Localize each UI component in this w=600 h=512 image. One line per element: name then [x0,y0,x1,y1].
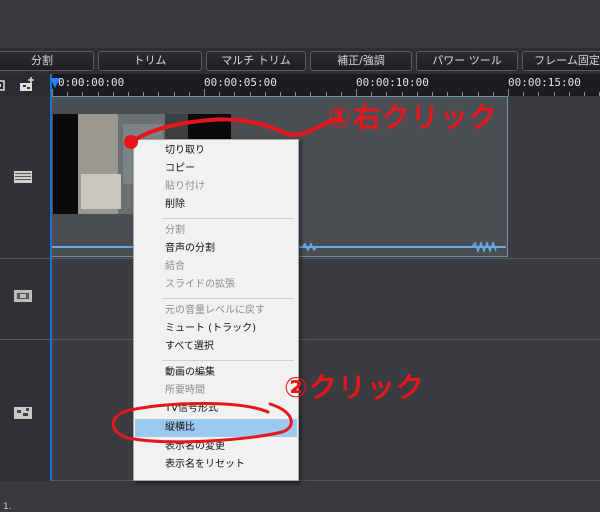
edit-toolbar: 分割 トリム マルチ トリム 補正/強調 パワー ツール フレーム固定 [0,48,600,74]
title-track-icon[interactable] [14,407,32,419]
ruler-tick [356,89,357,96]
track-number: 1. [3,502,12,512]
menu-item-aspect-ratio[interactable]: 縦横比 [135,419,297,437]
ruler-tick [508,89,509,96]
menu-item-split: 分割 [165,225,185,236]
menu-item-delete[interactable]: 削除 [135,196,297,214]
split-button[interactable]: 分割 [0,51,94,71]
timecode-0: 0:00:00:00 [58,76,125,89]
correct-enhance-button[interactable]: 補正/強調 [310,51,412,71]
track-settings-icon[interactable] [0,74,50,96]
context-menu: 切り取り コピー 貼り付け 削除 分割 音声の分割 結合 スライドの拡張 元の音… [133,139,299,481]
playhead-marker[interactable] [50,78,60,88]
menu-separator [162,360,294,361]
menu-item-tv-format[interactable]: TV信号形式 [135,400,297,418]
freeze-frame-button[interactable]: フレーム固定 [522,51,600,71]
timecode-15: 00:00:15:00 [508,76,581,89]
annotation-step1: ①右クリック [328,101,498,134]
ruler-tick [52,89,53,96]
menu-separator [162,218,294,219]
power-tools-button[interactable]: パワー ツール [416,51,518,71]
menu-item-copy[interactable]: コピー [135,160,297,178]
menu-item-split-audio[interactable]: 音声の分割 [135,240,297,258]
menu-item-mute-track[interactable]: ミュート (トラック) [135,320,297,338]
annotation-step2: ②クリック [284,371,425,404]
timecode-10: 00:00:10:00 [356,76,429,89]
track-header-panel: 1. [0,96,51,512]
menu-item-select-all[interactable]: すべて選択 [135,338,297,356]
menu-item-extend-slide: スライドの拡張 [165,279,235,290]
multi-trim-button[interactable]: マルチ トリム [206,51,306,71]
timecode-5: 00:00:05:00 [204,76,277,89]
menu-item-rename[interactable]: 表示名の変更 [135,438,297,456]
menu-item-cut[interactable]: 切り取り [135,142,297,160]
menu-item-join: 結合 [165,261,185,272]
trim-button[interactable]: トリム [98,51,202,71]
menu-item-paste: 貼り付け [165,181,205,192]
timeline-ruler[interactable]: 0:00:00:00 00:00:05:00 00:00:10:00 00:00… [0,74,600,96]
ruler-tick [204,89,205,96]
menu-item-duration: 所要時間 [165,385,205,396]
menu-item-edit-video[interactable]: 動画の編集 [135,364,297,382]
top-panel [0,0,600,48]
menu-separator [162,298,294,299]
video-track-icon[interactable] [14,171,32,183]
overlay-track-icon[interactable] [14,290,32,302]
playhead-line[interactable] [50,74,52,481]
menu-item-restore-volume: 元の音量レベルに戻す [165,305,265,316]
menu-item-reset-name[interactable]: 表示名をリセット [135,456,297,474]
